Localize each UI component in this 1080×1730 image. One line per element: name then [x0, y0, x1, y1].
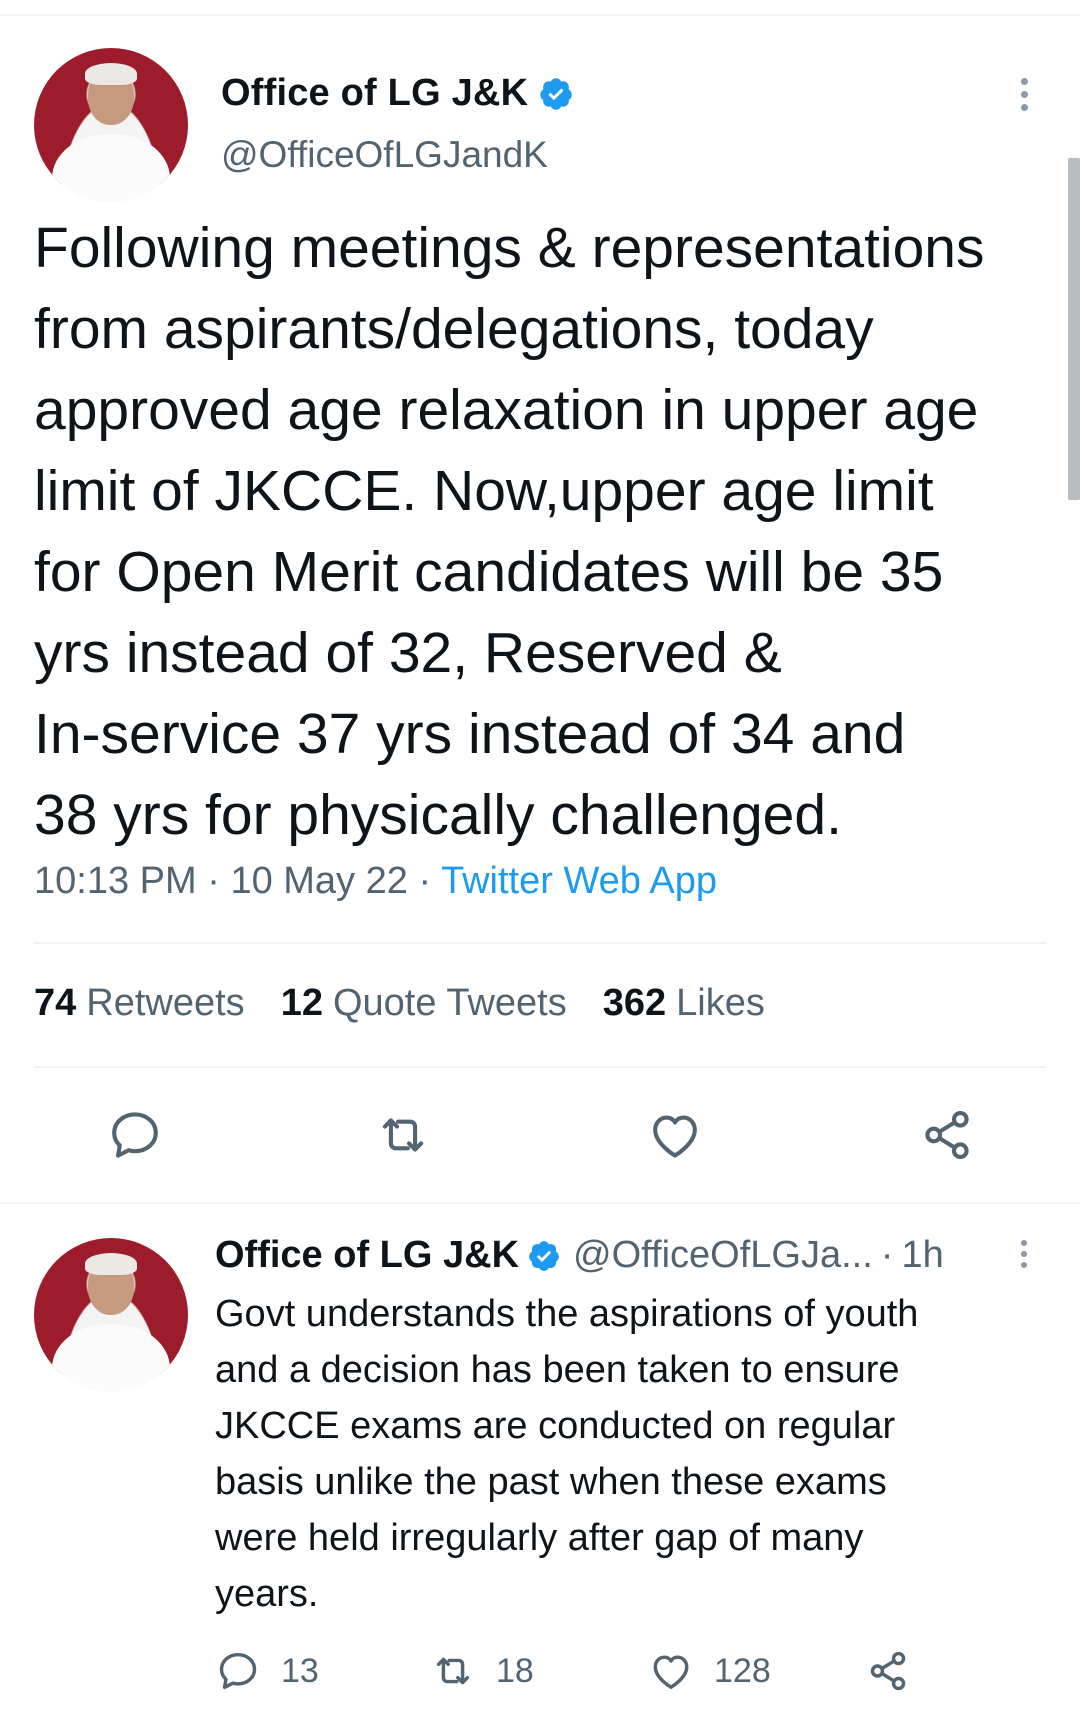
tweet-actions: [0, 1106, 1080, 1166]
retweet-icon[interactable]: [374, 1106, 432, 1164]
author-handle[interactable]: @OfficeOfLGJandK: [221, 134, 548, 176]
reply-reply-button[interactable]: 13: [215, 1648, 319, 1694]
reply-actions: 13 18 128: [215, 1648, 1045, 1698]
tweet-date[interactable]: 10 May 22: [230, 860, 407, 902]
reply-share-button[interactable]: [865, 1648, 911, 1694]
reply-icon[interactable]: [106, 1106, 164, 1164]
reply-count: 13: [281, 1651, 319, 1690]
share-icon[interactable]: [918, 1106, 976, 1164]
tweet-text: Following meetings & representations fro…: [34, 216, 985, 847]
retweets-stat[interactable]: 74 Retweets: [34, 982, 245, 1025]
reply-more-options-icon[interactable]: [1014, 1240, 1034, 1268]
reply-timestamp[interactable]: 1h: [901, 1234, 943, 1277]
reply-text: Govt understands the aspirations of yout…: [215, 1293, 919, 1615]
tweet-source-link[interactable]: Twitter Web App: [441, 860, 717, 902]
like-icon[interactable]: [646, 1106, 704, 1164]
quote-tweets-count: 12: [280, 982, 323, 1024]
reply-like-button[interactable]: 128: [648, 1648, 771, 1694]
quote-tweets-label: Quote Tweets: [332, 982, 567, 1024]
avatar[interactable]: [34, 48, 188, 202]
divider: [0, 1202, 1080, 1204]
retweet-count: 18: [496, 1651, 534, 1690]
reply-author-name[interactable]: Office of LG J&K: [215, 1234, 519, 1277]
author-name-text: Office of LG J&K: [221, 72, 529, 114]
reply-author-handle[interactable]: @OfficeOfLGJa...: [573, 1234, 873, 1277]
likes-count: 362: [602, 982, 667, 1024]
likes-label: Likes: [676, 982, 765, 1024]
reply-retweet-button[interactable]: 18: [430, 1648, 534, 1694]
likes-stat[interactable]: 362 Likes: [603, 982, 765, 1025]
reply-icon: [219, 1652, 257, 1690]
meta-separator: ·: [418, 860, 441, 902]
tweet-meta: 10:13 PM · 10 May 22 · Twitter Web App: [34, 860, 717, 903]
like-icon: [653, 1655, 689, 1690]
reply-header: Office of LG J&K @OfficeOfLGJa... · 1h: [215, 1234, 944, 1277]
verified-badge-icon: [529, 1240, 559, 1271]
retweets-count: 74: [34, 982, 77, 1024]
tweet-time[interactable]: 10:13 PM: [34, 860, 197, 902]
verified-badge-icon: [540, 77, 572, 110]
share-icon: [870, 1651, 906, 1691]
author-name[interactable]: Office of LG J&K: [221, 72, 574, 115]
retweets-label: Retweets: [86, 982, 245, 1024]
meta-separator: ·: [207, 860, 231, 902]
scrollbar[interactable]: [1068, 158, 1080, 500]
quote-tweets-stat[interactable]: 12 Quote Tweets: [281, 982, 567, 1025]
like-count: 128: [714, 1651, 771, 1690]
reply-avatar[interactable]: [34, 1238, 188, 1392]
divider: [34, 942, 1046, 944]
retweet-icon: [436, 1657, 470, 1685]
divider: [34, 1066, 1046, 1068]
header-separator: ·: [880, 1234, 894, 1276]
tweet-stats: 74 Retweets 12 Quote Tweets 362 Likes: [34, 982, 765, 1025]
more-options-icon[interactable]: [1014, 78, 1034, 111]
top-divider: [0, 14, 1080, 16]
